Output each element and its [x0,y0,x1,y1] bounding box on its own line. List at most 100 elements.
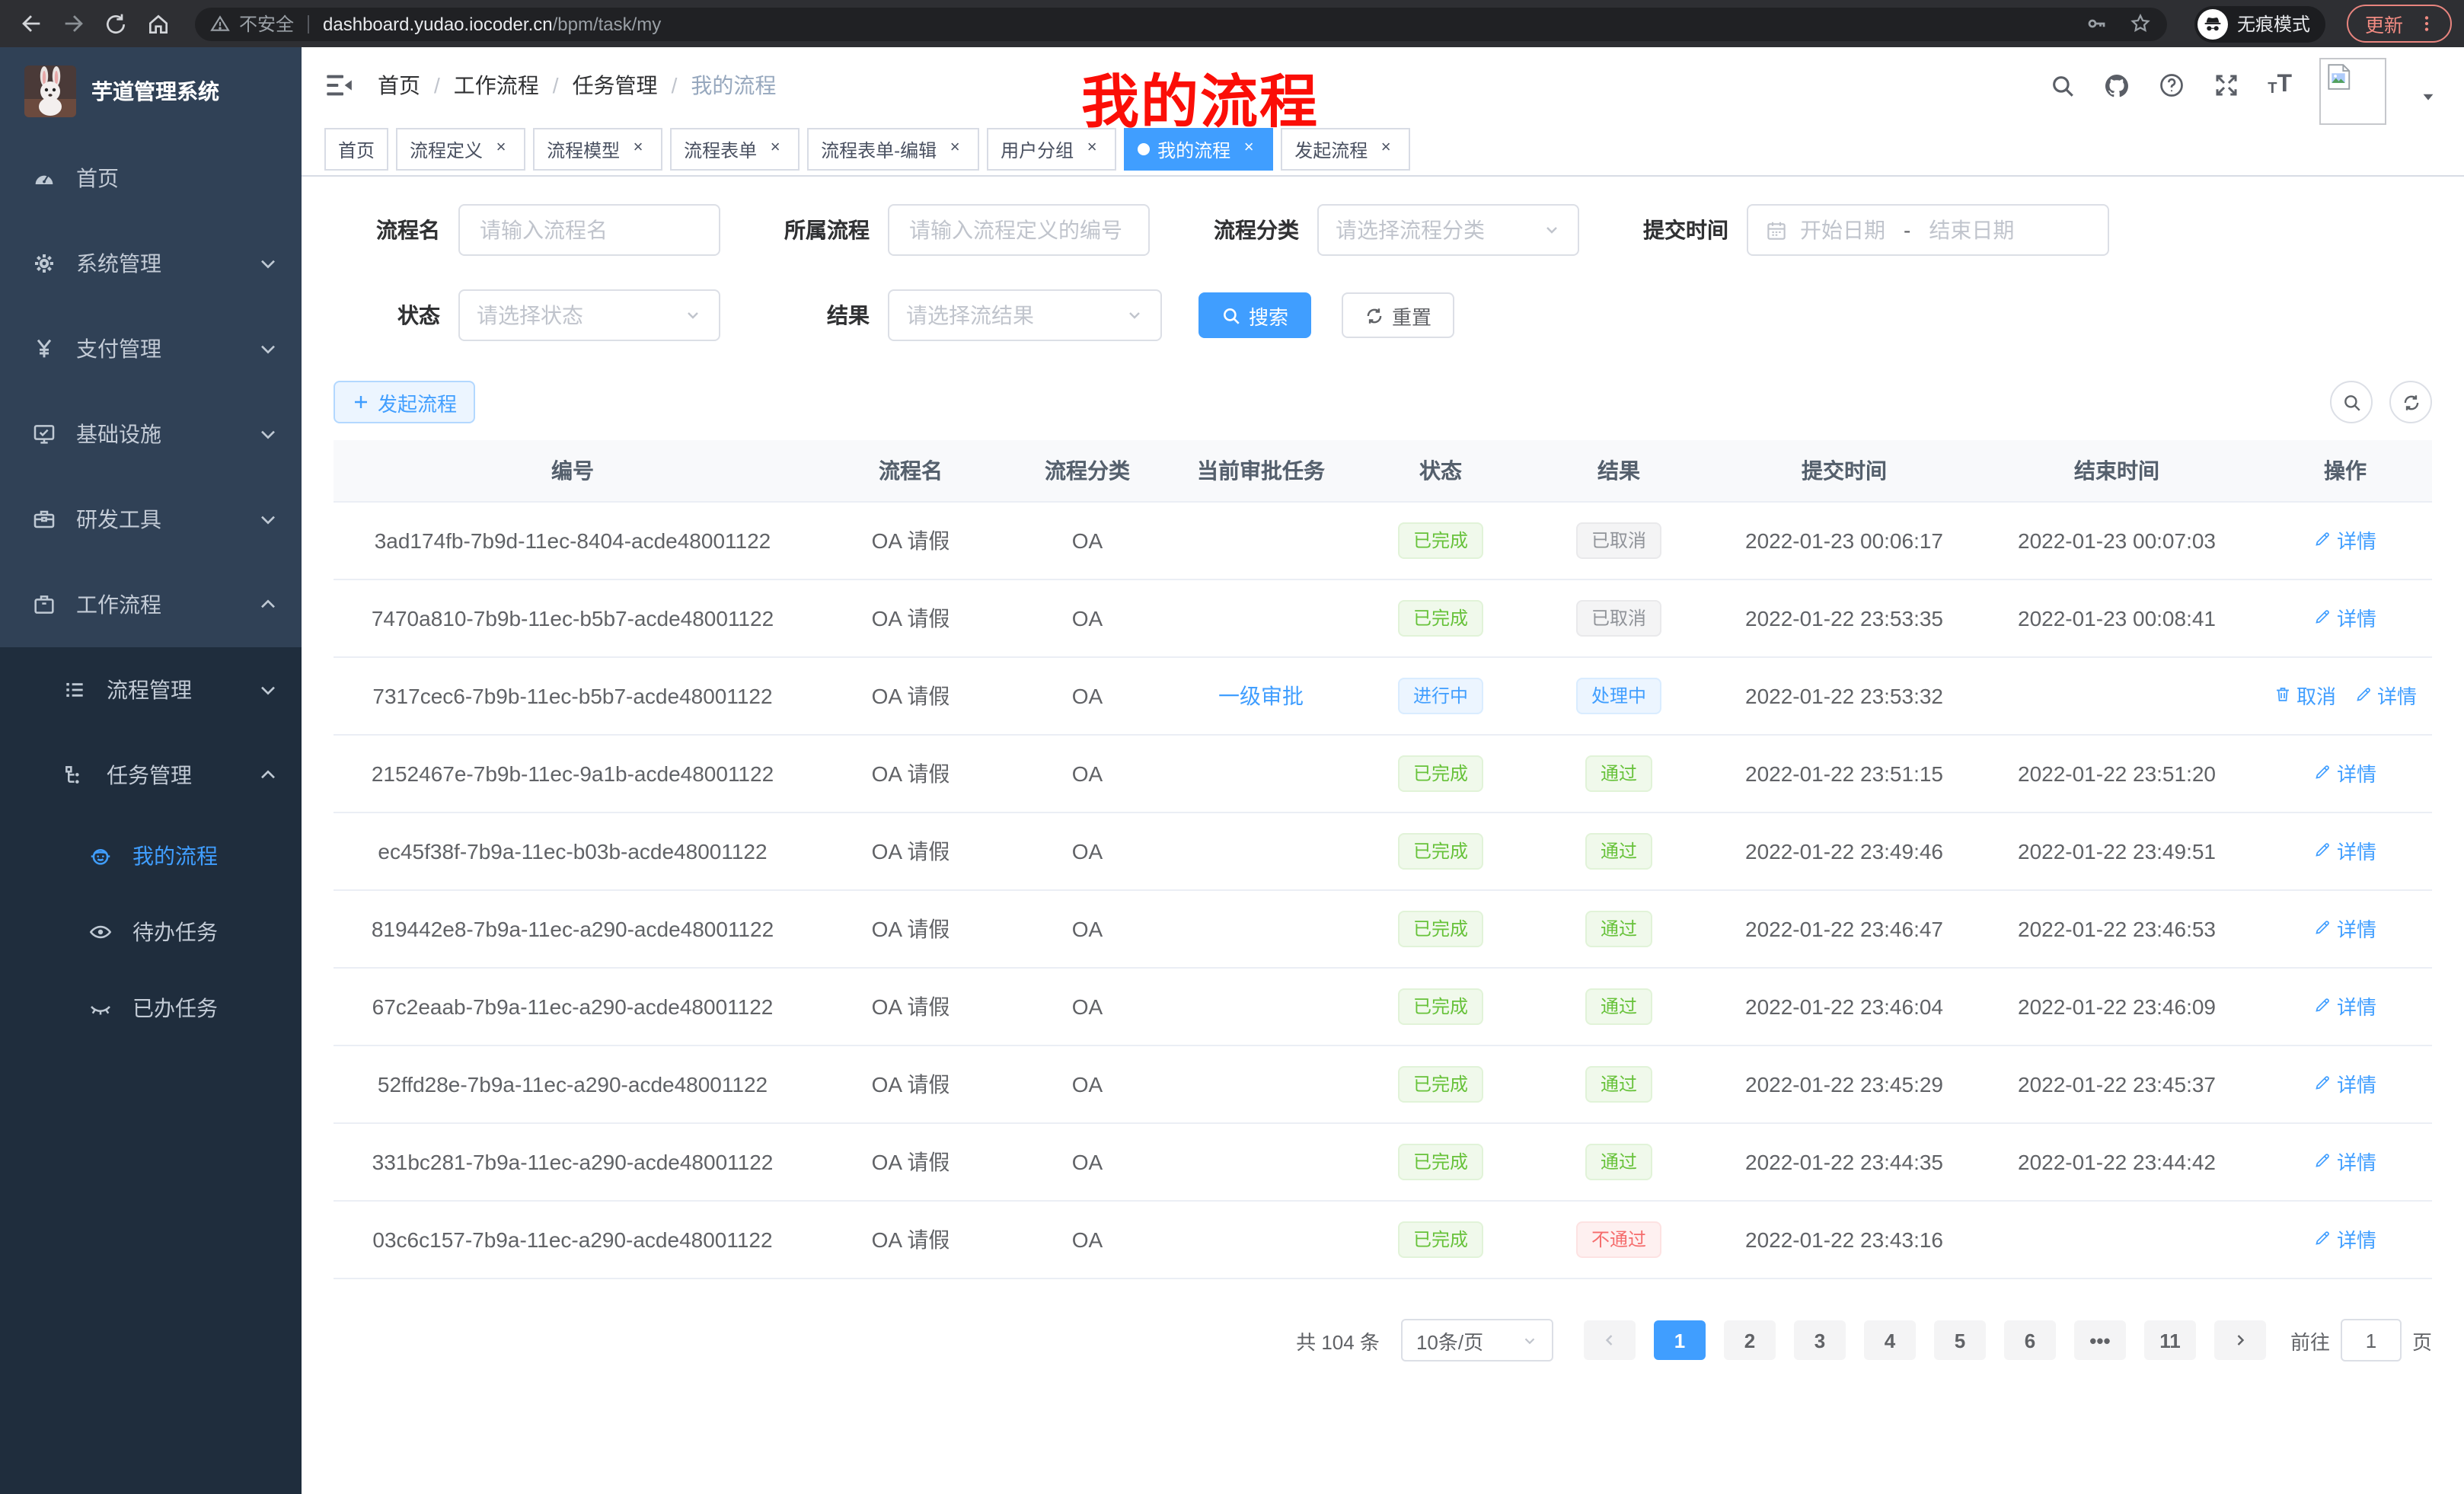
page-button-6[interactable]: 6 [2004,1320,2056,1360]
cell-category: OA [1010,579,1165,657]
date-range-picker[interactable]: 开始日期 - 结束日期 [1747,204,2109,256]
action-详情[interactable]: 详情 [2314,603,2376,632]
breadcrumb-home[interactable]: 首页 [378,70,420,101]
category-select[interactable]: 请选择流程分类 [1317,204,1579,256]
close-icon[interactable]: × [1375,139,1396,160]
status-badge: 进行中 [1398,678,1483,714]
chevron-left [1601,1331,1619,1349]
sidebar-item-todo-task[interactable]: 待办任务 [0,894,302,970]
search-button[interactable]: 搜索 [1198,292,1311,338]
cell-process-name: OA 请假 [812,579,1010,657]
close-icon[interactable]: × [627,139,649,160]
font-size-icon[interactable]: TT [2268,73,2292,97]
action-详情[interactable]: 详情 [2314,758,2376,787]
breadcrumb-task-mgmt[interactable]: 任务管理 [573,70,658,101]
cell-submit-time: 2022-01-22 23:49:46 [1713,812,1975,890]
cell-end-time: 2022-01-22 23:49:51 [1975,812,2258,890]
github-icon[interactable] [2103,72,2130,99]
tab-流程表单-编辑[interactable]: 流程表单-编辑× [807,128,979,171]
result-select[interactable]: 请选择流结果 [888,289,1162,341]
browser-update-button[interactable]: 更新 [2347,5,2452,43]
cell-end-time: 2022-01-23 00:08:41 [1975,579,2258,657]
page-button-4[interactable]: 4 [1864,1320,1916,1360]
cell-end-time [1975,1201,2258,1279]
close-icon[interactable]: × [490,139,512,160]
cell-category: OA [1010,1123,1165,1201]
close-icon[interactable]: × [764,139,786,160]
breadcrumb-workflow[interactable]: 工作流程 [454,70,539,101]
tab-流程定义[interactable]: 流程定义× [396,128,525,171]
tab-流程表单[interactable]: 流程表单× [670,128,800,171]
sidebar-item-label: 任务管理 [107,760,254,790]
action-详情[interactable]: 详情 [2314,1224,2376,1253]
action-详情[interactable]: 详情 [2314,914,2376,943]
pencil-icon [2314,997,2332,1015]
goto-page-input[interactable] [2341,1319,2402,1362]
address-bar[interactable]: 不安全 dashboard.yudao.iocoder.cn/bpm/task/… [195,7,2167,40]
current-task-link[interactable]: 一级审批 [1218,684,1304,708]
app-logo-row[interactable]: 芋道管理系统 [0,47,302,136]
sidebar-item-pay[interactable]: 支付管理 [0,306,302,391]
page-button-5[interactable]: 5 [1934,1320,1986,1360]
sidebar-item-done-task[interactable]: 已办任务 [0,970,302,1046]
action-详情[interactable]: 详情 [2314,1069,2376,1098]
more-vertical-icon[interactable] [2417,14,2437,34]
refresh-table-button[interactable] [2389,381,2432,423]
tab-label: 首页 [338,136,375,162]
search-icon[interactable] [2048,72,2076,99]
close-icon[interactable]: × [1238,139,1259,160]
browser-forward-button[interactable] [55,5,91,42]
hamburger-icon[interactable] [324,70,355,101]
next-page-button[interactable] [2214,1320,2266,1360]
action-详情[interactable]: 详情 [2314,836,2376,865]
page-button-3[interactable]: 3 [1794,1320,1846,1360]
page-button-2[interactable]: 2 [1724,1320,1776,1360]
close-icon[interactable]: × [1081,139,1103,160]
page-size-select[interactable]: 10条/页 [1401,1319,1553,1362]
action-取消[interactable]: 取消 [2274,681,2336,710]
create-process-button[interactable]: 发起流程 [334,381,475,423]
sidebar-item-process-mgmt[interactable]: 流程管理 [0,647,302,733]
status-select[interactable]: 请选择状态 [458,289,720,341]
key-icon[interactable] [2085,12,2108,35]
tab-首页[interactable]: 首页 [324,128,388,171]
fullscreen-icon[interactable] [2213,72,2240,99]
question-icon[interactable] [2158,72,2185,99]
sidebar-item-devtool[interactable]: 研发工具 [0,477,302,562]
goto-prefix: 前往 [2290,1326,2330,1355]
search-icon [2341,392,2361,412]
process-name-input[interactable] [458,204,720,256]
cell-result: 通过 [1524,812,1713,890]
caret-down-icon[interactable] [2414,82,2441,110]
sidebar-item-infra[interactable]: 基础设施 [0,391,302,477]
result-badge: 通过 [1585,833,1652,870]
sidebar-item-home[interactable]: 首页 [0,136,302,221]
browser-home-button[interactable] [140,5,177,42]
page-button-1[interactable]: 1 [1654,1320,1706,1360]
filter-label-result: 结果 [720,300,888,330]
security-label[interactable]: 不安全 [239,11,294,37]
close-icon[interactable]: × [944,139,965,160]
sidebar-item-my-process[interactable]: 我的流程 [0,818,302,894]
browser-reload-button[interactable] [97,5,134,42]
reset-button[interactable]: 重置 [1342,292,1454,338]
tab-流程模型[interactable]: 流程模型× [533,128,662,171]
arrow-left-icon [18,11,43,37]
sidebar-item-task-mgmt[interactable]: 任务管理 [0,733,302,818]
avatar[interactable] [2319,58,2386,125]
action-详情[interactable]: 详情 [2354,681,2417,710]
process-definition-input[interactable] [888,204,1150,256]
sidebar-item-workflow[interactable]: 工作流程 [0,562,302,647]
prev-page-button[interactable] [1584,1320,1636,1360]
action-详情[interactable]: 详情 [2314,525,2376,554]
show-search-button[interactable] [2330,381,2373,423]
browser-back-button[interactable] [12,5,49,42]
more-pages-button[interactable]: ••• [2074,1320,2126,1360]
action-详情[interactable]: 详情 [2314,1147,2376,1176]
cell-end-time: 2022-01-22 23:51:20 [1975,735,2258,812]
page-button-11[interactable]: 11 [2144,1320,2196,1360]
sidebar-item-system[interactable]: 系统管理 [0,221,302,306]
action-详情[interactable]: 详情 [2314,991,2376,1020]
chevron-down-icon [1543,221,1561,239]
bookmark-star-icon[interactable] [2129,12,2152,35]
